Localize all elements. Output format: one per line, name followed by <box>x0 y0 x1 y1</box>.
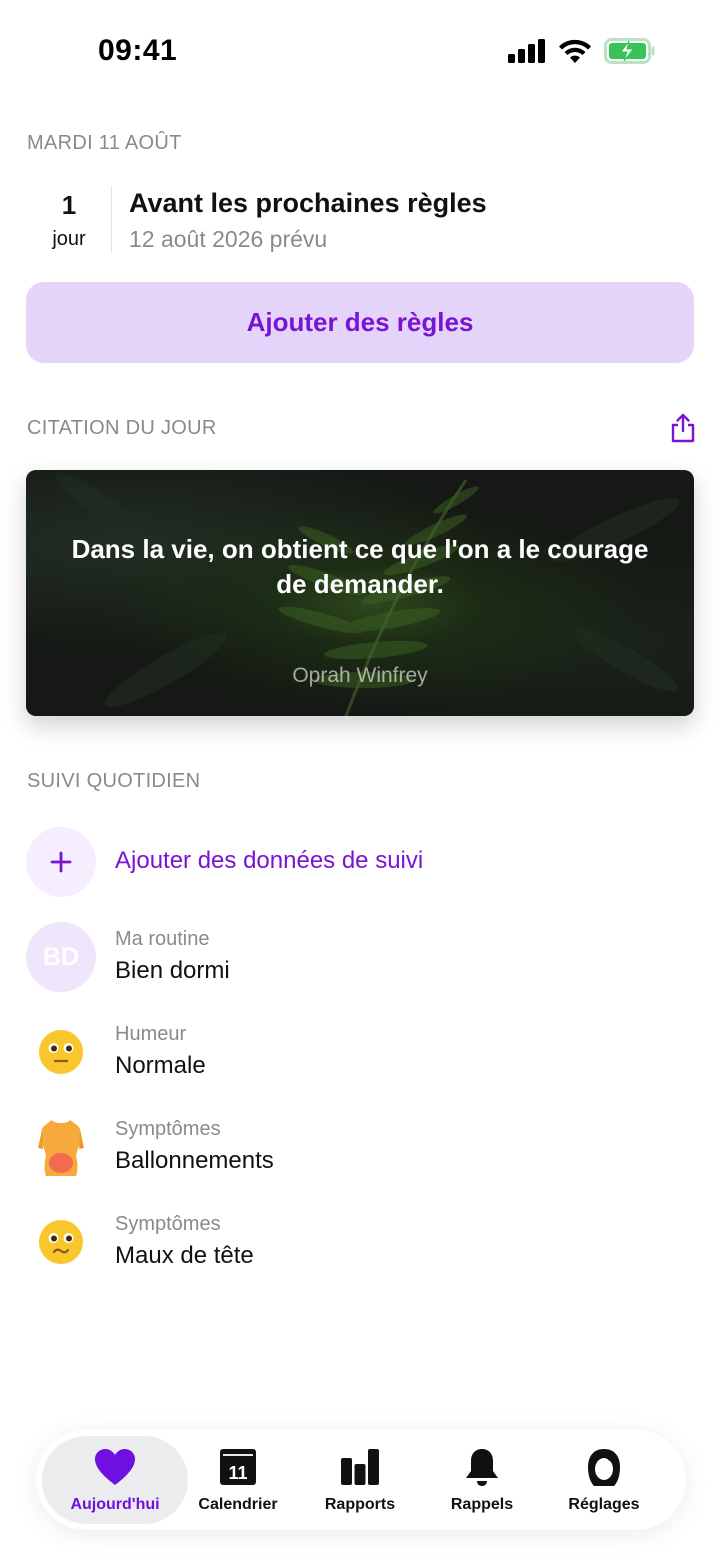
profile-icon <box>588 1449 620 1486</box>
tab-reports[interactable]: Rapports <box>304 1436 416 1524</box>
bar-chart-icon <box>341 1449 379 1485</box>
tab-settings[interactable]: Réglages <box>548 1436 660 1524</box>
period-countdown: 1 jour Avant les prochaines règles 12 ao… <box>27 184 693 254</box>
quote-author: Oprah Winfrey <box>292 664 428 687</box>
tab-label: Rappels <box>450 1496 514 1513</box>
calendar-day-number: 11 <box>228 1463 247 1483</box>
add-tracking-label[interactable]: Ajouter des données de suivi <box>115 847 423 875</box>
countdown-unit: jour <box>52 228 86 250</box>
tracking-item-value: Maux de tête <box>115 1242 254 1269</box>
tracking-item-category: Symptômes <box>115 1118 221 1140</box>
initials-avatar: BD <box>26 922 96 992</box>
add-period-button[interactable]: Ajouter des règles <box>26 282 694 363</box>
tab-calendar[interactable]: 11 Calendrier <box>182 1436 294 1524</box>
tab-today[interactable]: Aujourd'hui <box>42 1436 188 1524</box>
cellular-signal-icon <box>508 39 545 63</box>
tracking-item-bloating[interactable]: Symptômes Ballonnements <box>26 1112 694 1182</box>
wifi-icon <box>559 39 591 63</box>
tab-bar: Aujourd'hui 11 Calendrier Rapports Rappe… <box>36 1430 686 1530</box>
countdown-number: 1 <box>61 190 77 220</box>
status-icons <box>508 38 656 64</box>
countdown-subtitle: 12 août 2026 prévu <box>129 226 328 252</box>
tracking-item-routine[interactable]: BD Ma routine Bien dormi <box>26 922 694 992</box>
tracking-item-headache[interactable]: Symptômes Maux de tête <box>26 1207 694 1277</box>
tracking-item-value: Ballonnements <box>115 1147 274 1174</box>
calendar-icon: 11 <box>220 1449 256 1485</box>
tracking-item-category: Ma routine <box>115 928 210 950</box>
add-tracking-row[interactable]: Ajouter des données de suivi <box>26 827 694 897</box>
heart-icon <box>95 1449 135 1485</box>
countdown-title: Avant les prochaines règles <box>129 188 487 218</box>
headache-face-icon <box>26 1207 96 1277</box>
tab-label: Aujourd'hui <box>70 1496 160 1513</box>
quote-card[interactable]: Dans la vie, on obtient ce que l'on a le… <box>26 470 694 716</box>
tracking-item-value: Normale <box>115 1052 206 1079</box>
tracking-item-category: Humeur <box>115 1023 187 1045</box>
tracking-item-category: Symptômes <box>115 1213 221 1235</box>
plus-icon[interactable] <box>26 827 96 897</box>
date-header: MARDI 11 AOÛT <box>27 132 182 154</box>
neutral-face-icon <box>26 1017 96 1087</box>
status-time: 09:41 <box>98 34 178 67</box>
tracking-item-value: Bien dormi <box>115 957 230 984</box>
body-bloating-icon <box>26 1112 96 1182</box>
tab-label: Réglages <box>568 1496 640 1513</box>
tracking-item-mood[interactable]: Humeur Normale <box>26 1017 694 1087</box>
bell-icon <box>466 1449 498 1486</box>
tracking-section-label: SUIVI QUOTIDIEN <box>27 770 201 792</box>
countdown-divider <box>111 186 112 252</box>
status-bar: 09:41 <box>0 0 720 100</box>
share-icon[interactable] <box>670 413 696 443</box>
tab-label: Rapports <box>324 1496 396 1513</box>
quote-text: Dans la vie, on obtient ce que l'on a le… <box>71 534 649 599</box>
quote-section-label: CITATION DU JOUR <box>27 417 217 439</box>
battery-charging-icon <box>604 38 655 64</box>
tab-reminders[interactable]: Rappels <box>426 1436 538 1524</box>
tab-label: Calendrier <box>198 1496 278 1513</box>
